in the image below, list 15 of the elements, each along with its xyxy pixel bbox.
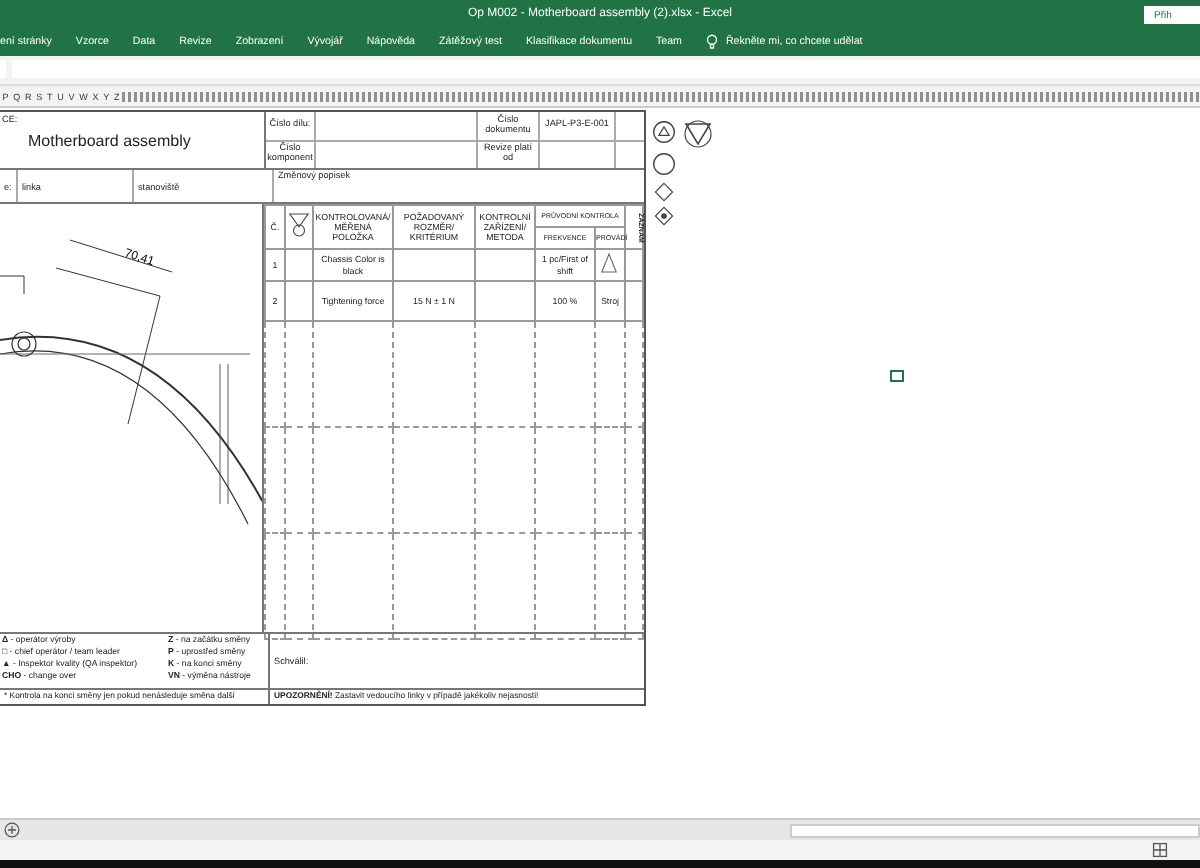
- characteristic-symbol-icon: [287, 212, 310, 239]
- table-cell: [474, 249, 535, 281]
- lightbulb-icon: [705, 33, 718, 49]
- triangle-icon: [600, 252, 619, 275]
- normal-view-icon[interactable]: [1152, 842, 1168, 858]
- diamond-icon: [654, 206, 674, 226]
- selected-cell[interactable]: [890, 370, 904, 382]
- circle-symbol-icon: [652, 152, 676, 176]
- triangle-circle-icon: [682, 120, 714, 152]
- add-sheet-icon[interactable]: [4, 822, 20, 838]
- circle-symbol-icon: [652, 120, 676, 144]
- horizontal-scrollbar[interactable]: [790, 823, 1200, 837]
- diamond-icon: [654, 182, 674, 202]
- form-title: Motherboard assembly: [26, 132, 193, 150]
- table-cell: [392, 249, 475, 281]
